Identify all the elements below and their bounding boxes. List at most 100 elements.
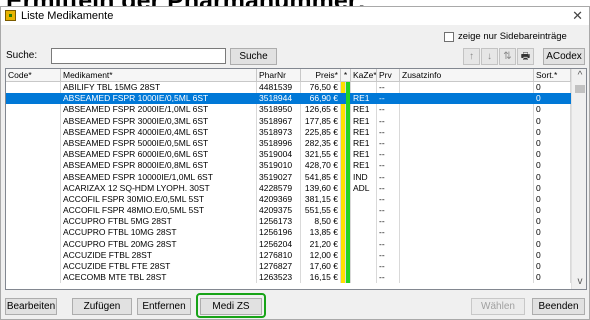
cell-pharnr: 1263523 [257, 272, 301, 284]
cell-sort: 0 [534, 182, 571, 194]
table-row[interactable]: ABSEAMED FSPR 6000IE/0,6ML 6ST 3519004 321… [6, 149, 571, 161]
cell-zusatzinfo [400, 115, 534, 127]
print-icon[interactable]: 🖶 [517, 48, 534, 65]
cell-sort: 0 [534, 272, 571, 284]
cell-preis: 321,55 € [301, 149, 341, 161]
sidebar-only-label: zeige nur Sidebareinträge [458, 31, 567, 42]
edit-button[interactable]: Bearbeiten [5, 298, 57, 315]
table-header: Code* Medikament* PharNr Preis* * KaZe* … [6, 69, 571, 82]
search-input[interactable] [51, 48, 226, 64]
cell-preis: 21,20 € [301, 238, 341, 250]
scroll-thumb[interactable] [575, 85, 585, 93]
col-header-zusatzinfo[interactable]: Zusatzinfo [400, 69, 534, 81]
table-row[interactable]: ACECOMB MTE TBL 28ST 1263523 16,15 € -- 0 [6, 272, 571, 284]
col-header-marker[interactable]: * [341, 69, 351, 81]
cell-sort: 0 [534, 149, 571, 161]
col-header-prv[interactable]: Prv [377, 69, 400, 81]
col-header-sort[interactable]: Sort.* [534, 69, 571, 81]
cell-prv: -- [377, 137, 400, 150]
cell-sort: 0 [534, 137, 571, 150]
col-header-medikament[interactable]: Medikament* [61, 69, 257, 81]
cell-kaze: RE1 [351, 104, 377, 116]
table-row[interactable]: ABSEAMED FSPR 2000IE/1,0ML 6ST 3518950 126… [6, 104, 571, 116]
cell-sort: 0 [534, 261, 571, 273]
col-header-kaze[interactable]: KaZe* [351, 69, 377, 81]
cell-medikament: ABSEAMED FSPR 4000IE/0,4ML 6ST [61, 126, 257, 138]
cell-code [6, 249, 61, 261]
cell-kaze: RE1 [351, 126, 377, 138]
table-row[interactable]: ABSEAMED FSPR 8000IE/0,8ML 6ST 3519010 428… [6, 160, 571, 172]
table-row[interactable]: ABSEAMED FSPR 1000IE/0,5ML 6ST 3518944 66,… [6, 93, 571, 105]
move-down-button[interactable]: ↓ [481, 48, 498, 65]
table-row[interactable]: ABSEAMED FSPR 5000IE/0,5ML 6ST 3518996 282… [6, 137, 571, 150]
cell-kaze [351, 227, 377, 239]
cell-medikament: ABSEAMED FSPR 3000IE/0,3ML 6ST [61, 115, 257, 127]
acodex-button[interactable]: ACodex [543, 48, 585, 65]
cell-sort: 0 [534, 227, 571, 239]
table-row[interactable]: ACCUZIDE FTBL 28ST 1276810 12,00 € -- 0 [6, 249, 571, 261]
col-header-preis[interactable]: Preis* [301, 69, 341, 81]
cell-kaze: RE1 [351, 149, 377, 161]
table-row[interactable]: ACCUPRO FTBL 10MG 28ST 1256196 13,85 € -- 0 [6, 227, 571, 239]
cell-medikament: ABSEAMED FSPR 2000IE/1,0ML 6ST [61, 104, 257, 116]
table-row[interactable]: ACCUPRO FTBL 5MG 28ST 1256173 8,50 € -- 0 [6, 216, 571, 228]
vertical-scrollbar[interactable]: ^ v [571, 69, 586, 289]
table-row[interactable]: ACCOFIL FSPR 48MIO.E/0,5ML 5ST 4209375 551… [6, 205, 571, 217]
cell-prv: -- [377, 193, 400, 206]
cell-zusatzinfo [400, 216, 534, 228]
table-row[interactable]: ABILIFY TBL 15MG 28ST 4481539 76,50 € -- 0 [6, 82, 571, 94]
table-row[interactable]: ACARIZAX 12 SQ-HDM LYOPH. 30ST 4228579 139… [6, 182, 571, 194]
cell-medikament: ACCOFIL FSPR 48MIO.E/0,5ML 5ST [61, 205, 257, 217]
cell-pharnr: 1256204 [257, 238, 301, 250]
select-button[interactable]: Wählen [471, 298, 525, 315]
cell-prv: -- [377, 171, 400, 183]
move-up-button[interactable]: ↑ [463, 48, 480, 65]
close-icon[interactable]: ✕ [572, 8, 583, 24]
table-row[interactable]: ABSEAMED FSPR 4000IE/0,4ML 6ST 3518973 225… [6, 126, 571, 138]
cell-code [6, 82, 61, 94]
search-button[interactable]: Suche [230, 48, 277, 65]
cell-kaze [351, 249, 377, 261]
cell-medikament: ABSEAMED FSPR 6000IE/0,6ML 6ST [61, 149, 257, 161]
cell-kaze: RE1 [351, 160, 377, 172]
cell-medikament: ACCUPRO FTBL 5MG 28ST [61, 216, 257, 228]
cell-zusatzinfo [400, 93, 534, 105]
cell-pharnr: 3518944 [257, 93, 301, 105]
cell-zusatzinfo [400, 171, 534, 183]
cell-prv: -- [377, 249, 400, 261]
cell-preis: 177,85 € [301, 115, 341, 127]
table-row[interactable]: ACCUZIDE FTBL FTE 28ST 1276827 17,60 € -- 0 [6, 261, 571, 273]
scroll-down-icon[interactable]: v [572, 276, 586, 288]
cell-preis: 8,50 € [301, 216, 341, 228]
window-title: Liste Medikamente [21, 10, 114, 22]
cell-code [6, 115, 61, 127]
cell-kaze: RE1 [351, 93, 377, 105]
scroll-up-icon[interactable]: ^ [572, 70, 586, 82]
remove-button[interactable]: Entfernen [137, 298, 191, 315]
add-button[interactable]: Zufügen [72, 298, 132, 315]
col-header-code[interactable]: Code* [6, 69, 61, 81]
cell-zusatzinfo [400, 193, 534, 206]
close-button[interactable]: Beenden [532, 298, 585, 315]
col-header-pharnr[interactable]: PharNr [257, 69, 301, 81]
cell-pharnr: 3518967 [257, 115, 301, 127]
table-row[interactable]: ACCOFIL FSPR 30MIO.E/0,5ML 5ST 4209369 381… [6, 193, 571, 206]
cell-code [6, 160, 61, 172]
cell-prv: -- [377, 182, 400, 194]
sort-icon[interactable]: ⇅ [499, 48, 516, 65]
cell-pharnr: 3518973 [257, 126, 301, 138]
table-row[interactable]: ACCUPRO FTBL 20MG 28ST 1256204 21,20 € -- 0 [6, 238, 571, 250]
cell-sort: 0 [534, 171, 571, 183]
table-row[interactable]: ABSEAMED FSPR 3000IE/0,3ML 6ST 3518967 177… [6, 115, 571, 127]
cell-prv: -- [377, 227, 400, 239]
table-body: ABILIFY TBL 15MG 28ST 4481539 76,50 € -- 0 AB… [6, 82, 571, 284]
cell-sort: 0 [534, 126, 571, 138]
sidebar-only-checkbox[interactable] [444, 32, 454, 42]
cell-prv: -- [377, 126, 400, 138]
table-row[interactable]: ABSEAMED FSPR 10000IE/1,0ML 6ST 3519027 54… [6, 171, 571, 183]
cell-sort: 0 [534, 205, 571, 217]
cell-kaze [351, 272, 377, 284]
cell-code [6, 171, 61, 183]
cell-zusatzinfo [400, 182, 534, 194]
cell-medikament: ACCUPRO FTBL 20MG 28ST [61, 238, 257, 250]
